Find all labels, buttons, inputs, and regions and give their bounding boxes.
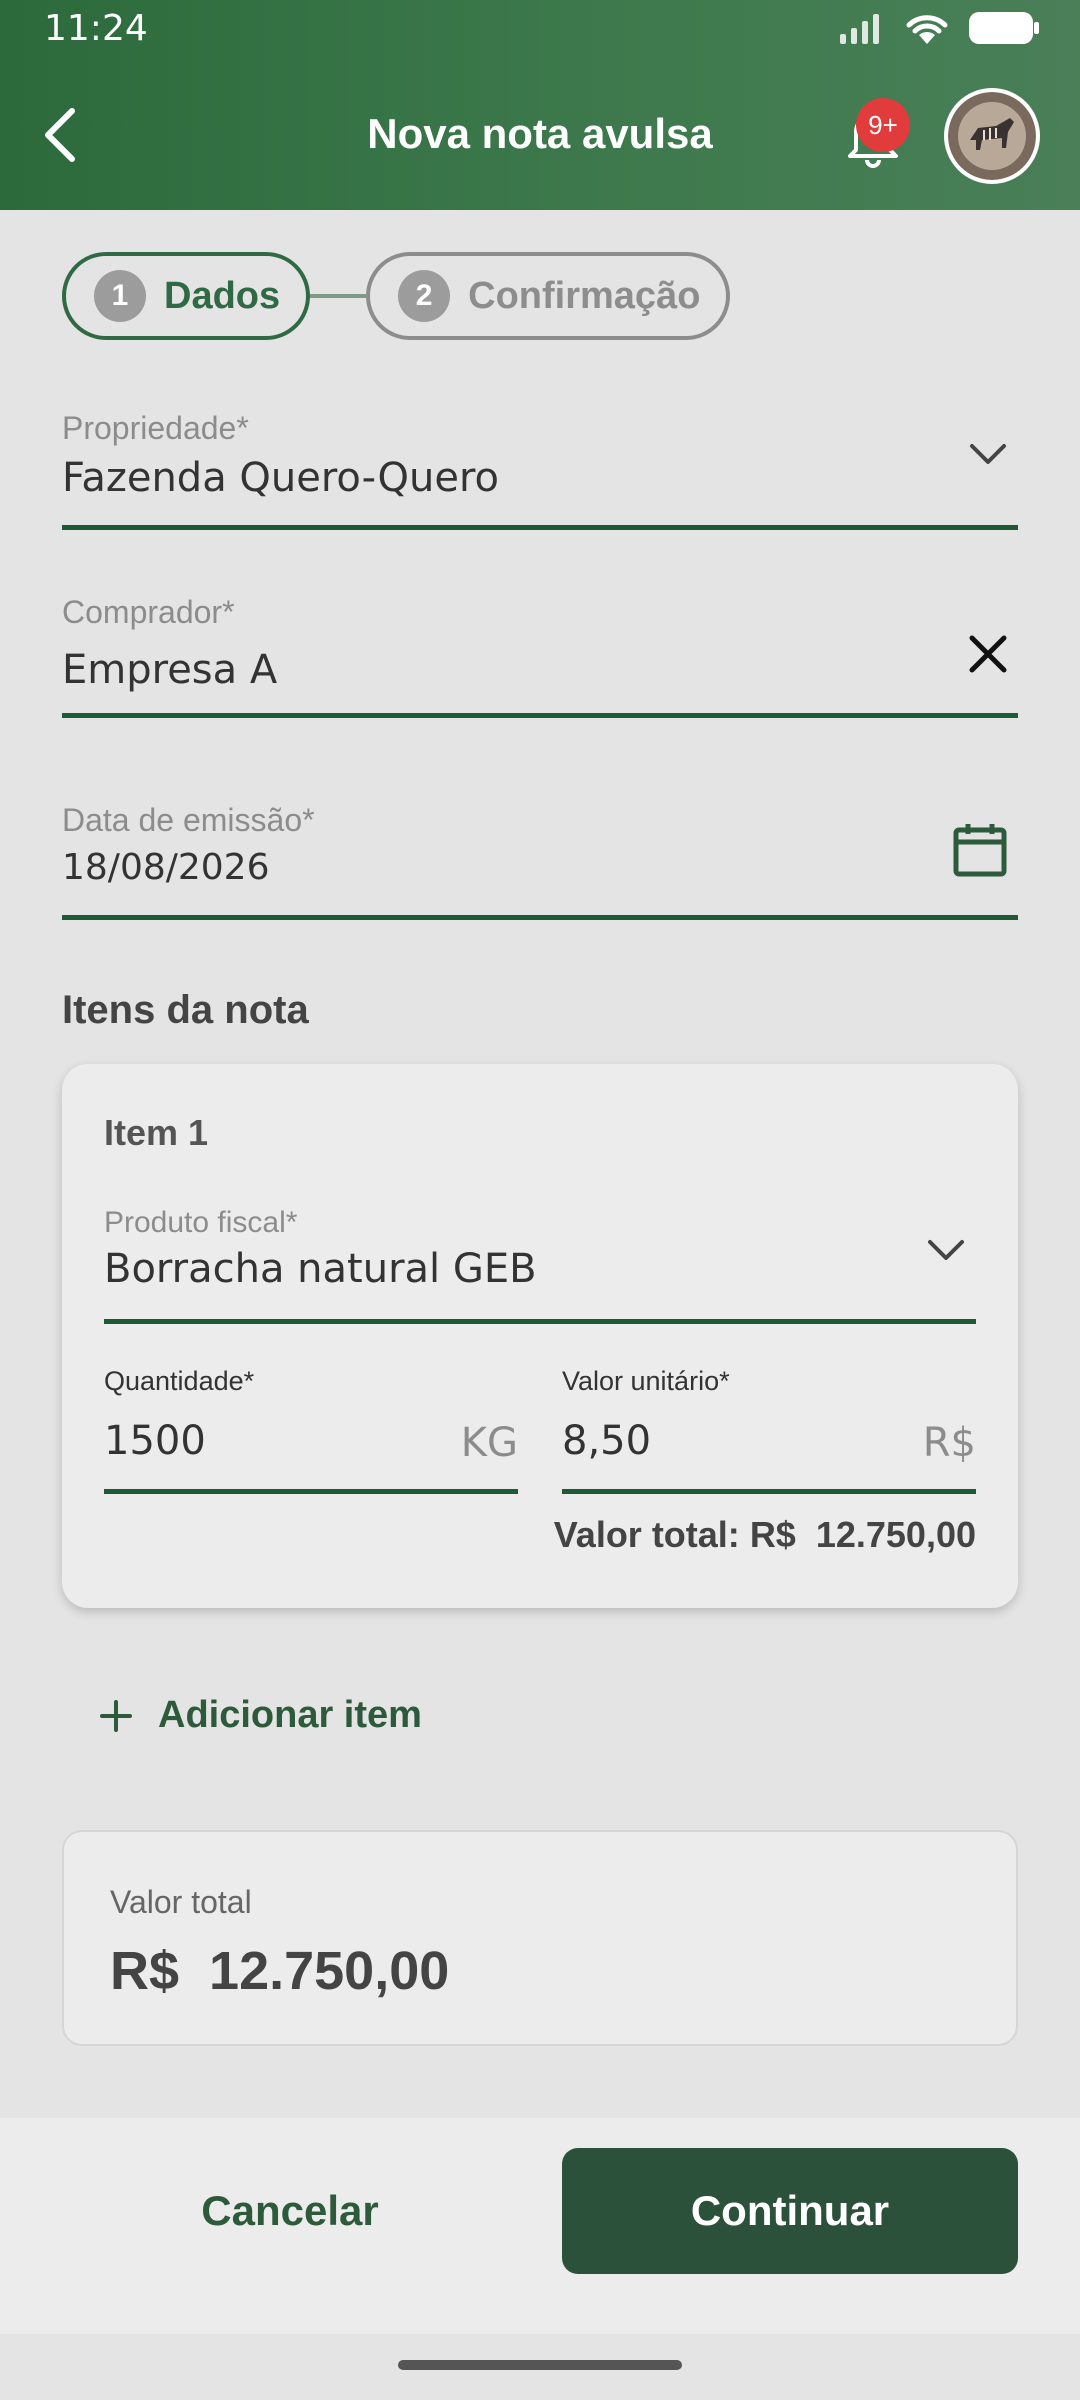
valor-unitario-label: Valor unitário* xyxy=(562,1366,730,1396)
home-indicator[interactable] xyxy=(398,2360,682,2370)
calendar-button[interactable] xyxy=(952,822,1008,883)
quantidade-label: Quantidade* xyxy=(104,1366,255,1396)
comprador-field[interactable]: Comprador* Empresa A xyxy=(62,594,1018,718)
status-icons xyxy=(838,10,1040,46)
battery-icon xyxy=(969,12,1039,44)
quantidade-input[interactable]: 1500 KG xyxy=(104,1414,518,1494)
item-total-value: R$ 12.750,00 xyxy=(749,1514,976,1555)
comprador-label: Comprador* xyxy=(62,594,235,630)
produto-label: Produto fiscal* xyxy=(104,1206,298,1239)
quantidade-unit: KG xyxy=(460,1420,518,1466)
produto-fiscal-select[interactable]: Produto fiscal* Borracha natural GEB xyxy=(104,1206,976,1324)
app-header: 11:24 Nova nota avulsa 9+ xyxy=(0,0,1080,210)
valor-unitario-input[interactable]: 8,50 R$ xyxy=(562,1414,976,1494)
chevron-down-icon xyxy=(928,1240,964,1260)
plus-icon xyxy=(100,1699,132,1732)
valor-unitario-value: 8,50 xyxy=(562,1418,652,1464)
total-label: Valor total xyxy=(110,1884,252,1920)
cancel-button[interactable]: Cancelar xyxy=(62,2148,518,2274)
zebra-avatar-icon xyxy=(948,92,1036,180)
avatar[interactable] xyxy=(944,88,1040,184)
clear-comprador-button[interactable] xyxy=(968,634,1008,679)
step-connector xyxy=(310,294,367,298)
step-confirmacao[interactable]: 2 Confirmação xyxy=(366,252,731,340)
continue-button[interactable]: Continuar xyxy=(562,2148,1018,2274)
page-title: Nova nota avulsa xyxy=(367,110,713,157)
produto-value: Borracha natural GEB xyxy=(104,1246,537,1292)
bottom-action-bar: Cancelar Continuar xyxy=(0,2118,1080,2334)
propriedade-select[interactable]: Propriedade* Fazenda Quero-Quero xyxy=(62,410,1018,530)
comprador-value: Empresa A xyxy=(62,647,278,693)
step-number: 1 xyxy=(94,270,146,322)
status-time: 11:24 xyxy=(44,8,148,49)
propriedade-dropdown[interactable] xyxy=(968,440,1008,473)
propriedade-value: Fazenda Quero-Quero xyxy=(62,455,500,501)
total-summary: Valor total R$ 12.750,00 xyxy=(62,1830,1018,2046)
calendar-icon xyxy=(953,824,1007,877)
item-title: Item 1 xyxy=(104,1112,209,1153)
stepper: 1 Dados 2 Confirmação xyxy=(62,250,731,342)
step-dados[interactable]: 1 Dados xyxy=(62,252,311,340)
step-label: Confirmação xyxy=(468,274,701,317)
data-emissao-label: Data de emissão* xyxy=(62,802,315,838)
data-emissao-field[interactable]: Data de emissão* 18/08/2026 xyxy=(62,802,1018,920)
propriedade-label: Propriedade* xyxy=(62,410,249,446)
item-card: Item 1 Produto fiscal* Borracha natural … xyxy=(62,1064,1018,1608)
data-emissao-value: 18/08/2026 xyxy=(62,847,270,888)
total-value: R$ 12.750,00 xyxy=(110,1941,450,2001)
add-item-label: Adicionar item xyxy=(158,1694,422,1736)
close-icon xyxy=(969,635,1007,673)
signal-icon xyxy=(840,14,879,44)
items-section-title: Itens da nota xyxy=(62,988,309,1032)
notification-badge: 9+ xyxy=(856,98,910,152)
add-item-button[interactable]: Adicionar item xyxy=(100,1694,422,1737)
item-total-label: Valor total: xyxy=(553,1514,740,1555)
wifi-icon xyxy=(906,15,948,44)
chevron-down-icon xyxy=(970,444,1006,464)
produto-dropdown[interactable] xyxy=(926,1236,966,1269)
step-number: 2 xyxy=(398,270,451,322)
quantidade-value: 1500 xyxy=(104,1418,206,1464)
valor-unitario-unit: R$ xyxy=(922,1420,976,1466)
step-label: Dados xyxy=(164,274,281,317)
item-total: Valor total: R$ 12.750,00 xyxy=(554,1514,976,1556)
